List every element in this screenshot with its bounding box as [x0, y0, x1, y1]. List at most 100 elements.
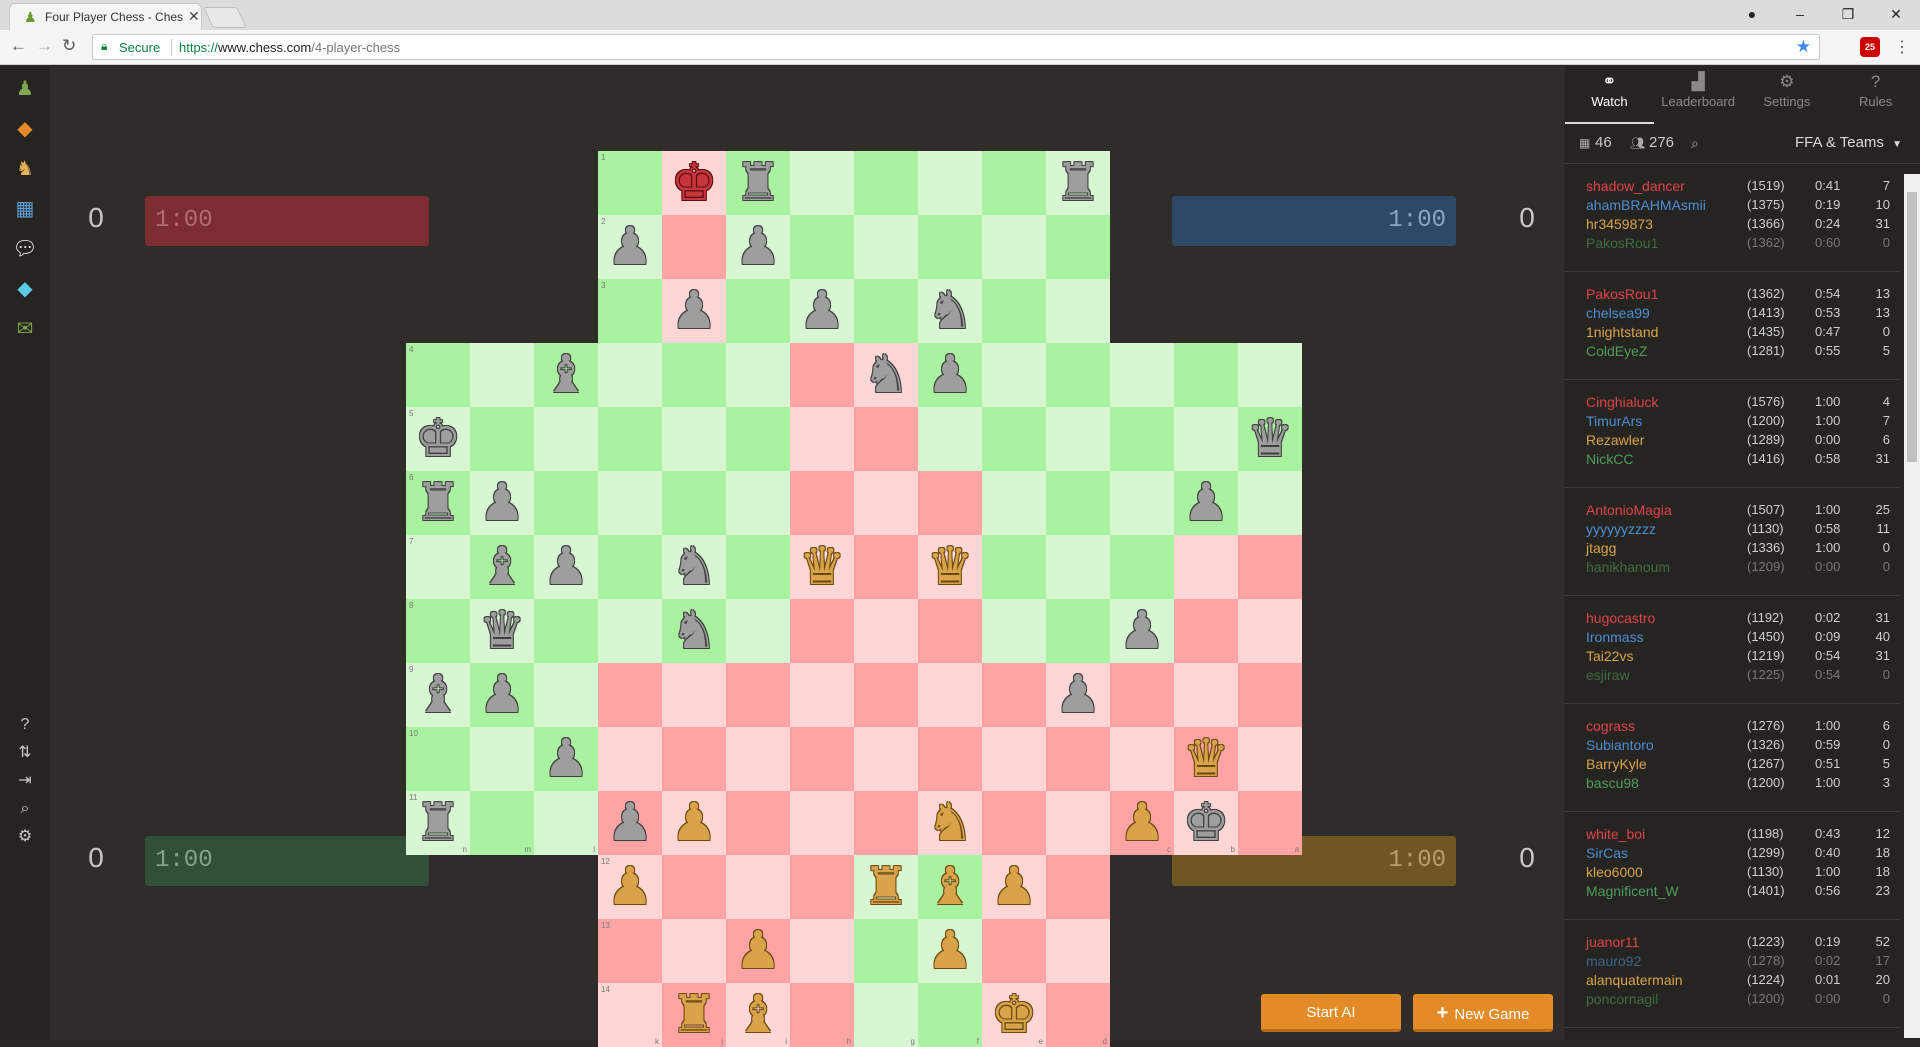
board-square[interactable] [470, 727, 534, 791]
grey-bishop-piece[interactable]: ♝ [406, 663, 470, 727]
board-square[interactable]: 10 [406, 727, 470, 791]
grey-pawn-piece[interactable]: ♟ [918, 343, 982, 407]
board-square[interactable] [918, 599, 982, 663]
player-name[interactable]: Cinghialuck [1586, 394, 1658, 410]
board-square[interactable] [1046, 471, 1110, 535]
gold-pawn-piece[interactable]: ♟ [726, 919, 790, 983]
board-square[interactable] [854, 919, 918, 983]
grey-bishop-piece[interactable]: ♝ [470, 535, 534, 599]
gold-bishop-piece[interactable]: ♝ [726, 983, 790, 1047]
board-square[interactable] [982, 215, 1046, 279]
live-game[interactable]: Cinghialuck (1576) 1:00 4 TimurArs (1200) 1:00… [1565, 380, 1900, 488]
player-name[interactable]: PakosRou1 [1586, 286, 1658, 302]
grey-rook-piece[interactable]: ♜ [1046, 151, 1110, 215]
board-square[interactable] [1110, 471, 1174, 535]
live-game[interactable]: cograss (1276) 1:00 6 Subiantoro (1326) 0:59 0 B… [1565, 704, 1900, 812]
gold-bishop-piece[interactable]: ♝ [918, 855, 982, 919]
player-name[interactable]: chelsea99 [1586, 305, 1650, 321]
forward-icon[interactable]: → [36, 36, 53, 56]
board-square[interactable] [726, 343, 790, 407]
player-name[interactable]: Ironmass [1586, 629, 1644, 645]
board-square[interactable] [1046, 855, 1110, 919]
board-square[interactable]: m [470, 791, 534, 855]
grey-pawn-piece[interactable]: ♟ [598, 791, 662, 855]
red-king-piece[interactable]: ♚ [662, 151, 726, 215]
player-name[interactable]: Subiantoro [1586, 737, 1654, 753]
settings-gear-icon[interactable]: ⚙ [14, 826, 36, 848]
fox-icon[interactable]: ◆ [12, 116, 38, 142]
board-square[interactable] [662, 855, 726, 919]
help-icon[interactable]: ? [14, 714, 36, 736]
grey-bishop-piece[interactable]: ♝ [534, 343, 598, 407]
board-square[interactable]: 8 [406, 599, 470, 663]
board-square[interactable] [598, 407, 662, 471]
board-square[interactable] [918, 663, 982, 727]
player-name[interactable]: PakosRou1 [1586, 235, 1658, 251]
board-square[interactable] [790, 855, 854, 919]
gold-pawn-piece[interactable]: ♟ [1110, 791, 1174, 855]
board-square[interactable] [790, 407, 854, 471]
restore-icon[interactable]: ❐ [1824, 0, 1872, 30]
player-name[interactable]: bascu98 [1586, 775, 1639, 791]
board-square[interactable] [854, 215, 918, 279]
close-window-icon[interactable]: ✕ [1872, 0, 1920, 30]
player-name[interactable]: 1nightstand [1586, 324, 1658, 340]
close-tab-icon[interactable]: ✕ [188, 8, 200, 25]
profile-icon[interactable]: ● [1728, 0, 1776, 30]
board-square[interactable] [1174, 663, 1238, 727]
live-game[interactable]: PakosRou1 (1362) 0:54 13 chelsea99 (1413) 0:53… [1565, 272, 1900, 380]
live-game[interactable]: shadow_dancer (1519) 0:41 7 ahamBRAHMAsmii (1… [1565, 164, 1900, 272]
search-icon[interactable]: ⌕ [1691, 135, 1699, 152]
player-name[interactable]: white_boi [1586, 826, 1645, 842]
board-square[interactable] [598, 599, 662, 663]
live-game[interactable]: AntonioMagia (1507) 1:00 25 yyyyyyzzzz (1130)… [1565, 488, 1900, 596]
adblock-icon[interactable]: 25 [1860, 37, 1880, 57]
board-square[interactable]: a [1238, 791, 1302, 855]
board-square[interactable] [918, 727, 982, 791]
player-name[interactable]: AntonioMagia [1586, 502, 1672, 518]
board-square[interactable] [854, 663, 918, 727]
board-square[interactable] [982, 535, 1046, 599]
player-name[interactable]: Tai22vs [1586, 648, 1633, 664]
grey-pawn-piece[interactable]: ♟ [534, 727, 598, 791]
player-name[interactable]: hugocastro [1586, 610, 1655, 626]
board-square[interactable] [854, 599, 918, 663]
board-square[interactable] [662, 663, 726, 727]
board-square[interactable] [1238, 599, 1302, 663]
logout-icon[interactable]: ⇥ [14, 770, 36, 792]
board-square[interactable] [726, 855, 790, 919]
board-square[interactable] [662, 407, 726, 471]
board-square[interactable] [1046, 791, 1110, 855]
board-square[interactable] [854, 407, 918, 471]
board-square[interactable] [1174, 535, 1238, 599]
board-square[interactable] [726, 535, 790, 599]
grey-rook-piece[interactable]: ♜ [406, 471, 470, 535]
grey-knight-piece[interactable]: ♞ [854, 343, 918, 407]
board-square[interactable] [1238, 727, 1302, 791]
browser-tab[interactable]: ♟ Four Player Chess - Ches ✕ [9, 3, 202, 30]
messages-icon[interactable]: ✉ [12, 316, 38, 342]
board-square[interactable] [1046, 407, 1110, 471]
board-square[interactable] [982, 599, 1046, 663]
live-game[interactable]: juanor11 (1223) 0:19 52 mauro92 (1278) 0:02 17 a… [1565, 920, 1900, 1028]
board-square[interactable] [534, 407, 598, 471]
player-name[interactable]: shadow_dancer [1586, 178, 1685, 194]
grey-rook-piece[interactable]: ♜ [406, 791, 470, 855]
grey-king-piece[interactable]: ♚ [406, 407, 470, 471]
board-square[interactable] [726, 599, 790, 663]
board-square[interactable] [1046, 727, 1110, 791]
board-square[interactable] [790, 215, 854, 279]
board-square[interactable] [982, 343, 1046, 407]
board-square[interactable] [598, 471, 662, 535]
start-ai-button[interactable]: Start AI [1261, 994, 1401, 1032]
board-square[interactable] [1110, 407, 1174, 471]
lessons-icon[interactable]: ♞ [12, 156, 38, 182]
board-square[interactable] [1238, 535, 1302, 599]
grey-queen-piece[interactable]: ♛ [1238, 407, 1302, 471]
board-square[interactable] [854, 151, 918, 215]
board-square[interactable] [598, 535, 662, 599]
diamond-icon[interactable]: ◆ [12, 276, 38, 302]
board-square[interactable] [598, 727, 662, 791]
new-tab-button[interactable] [203, 7, 247, 28]
player-name[interactable]: kleo6000 [1586, 864, 1643, 880]
